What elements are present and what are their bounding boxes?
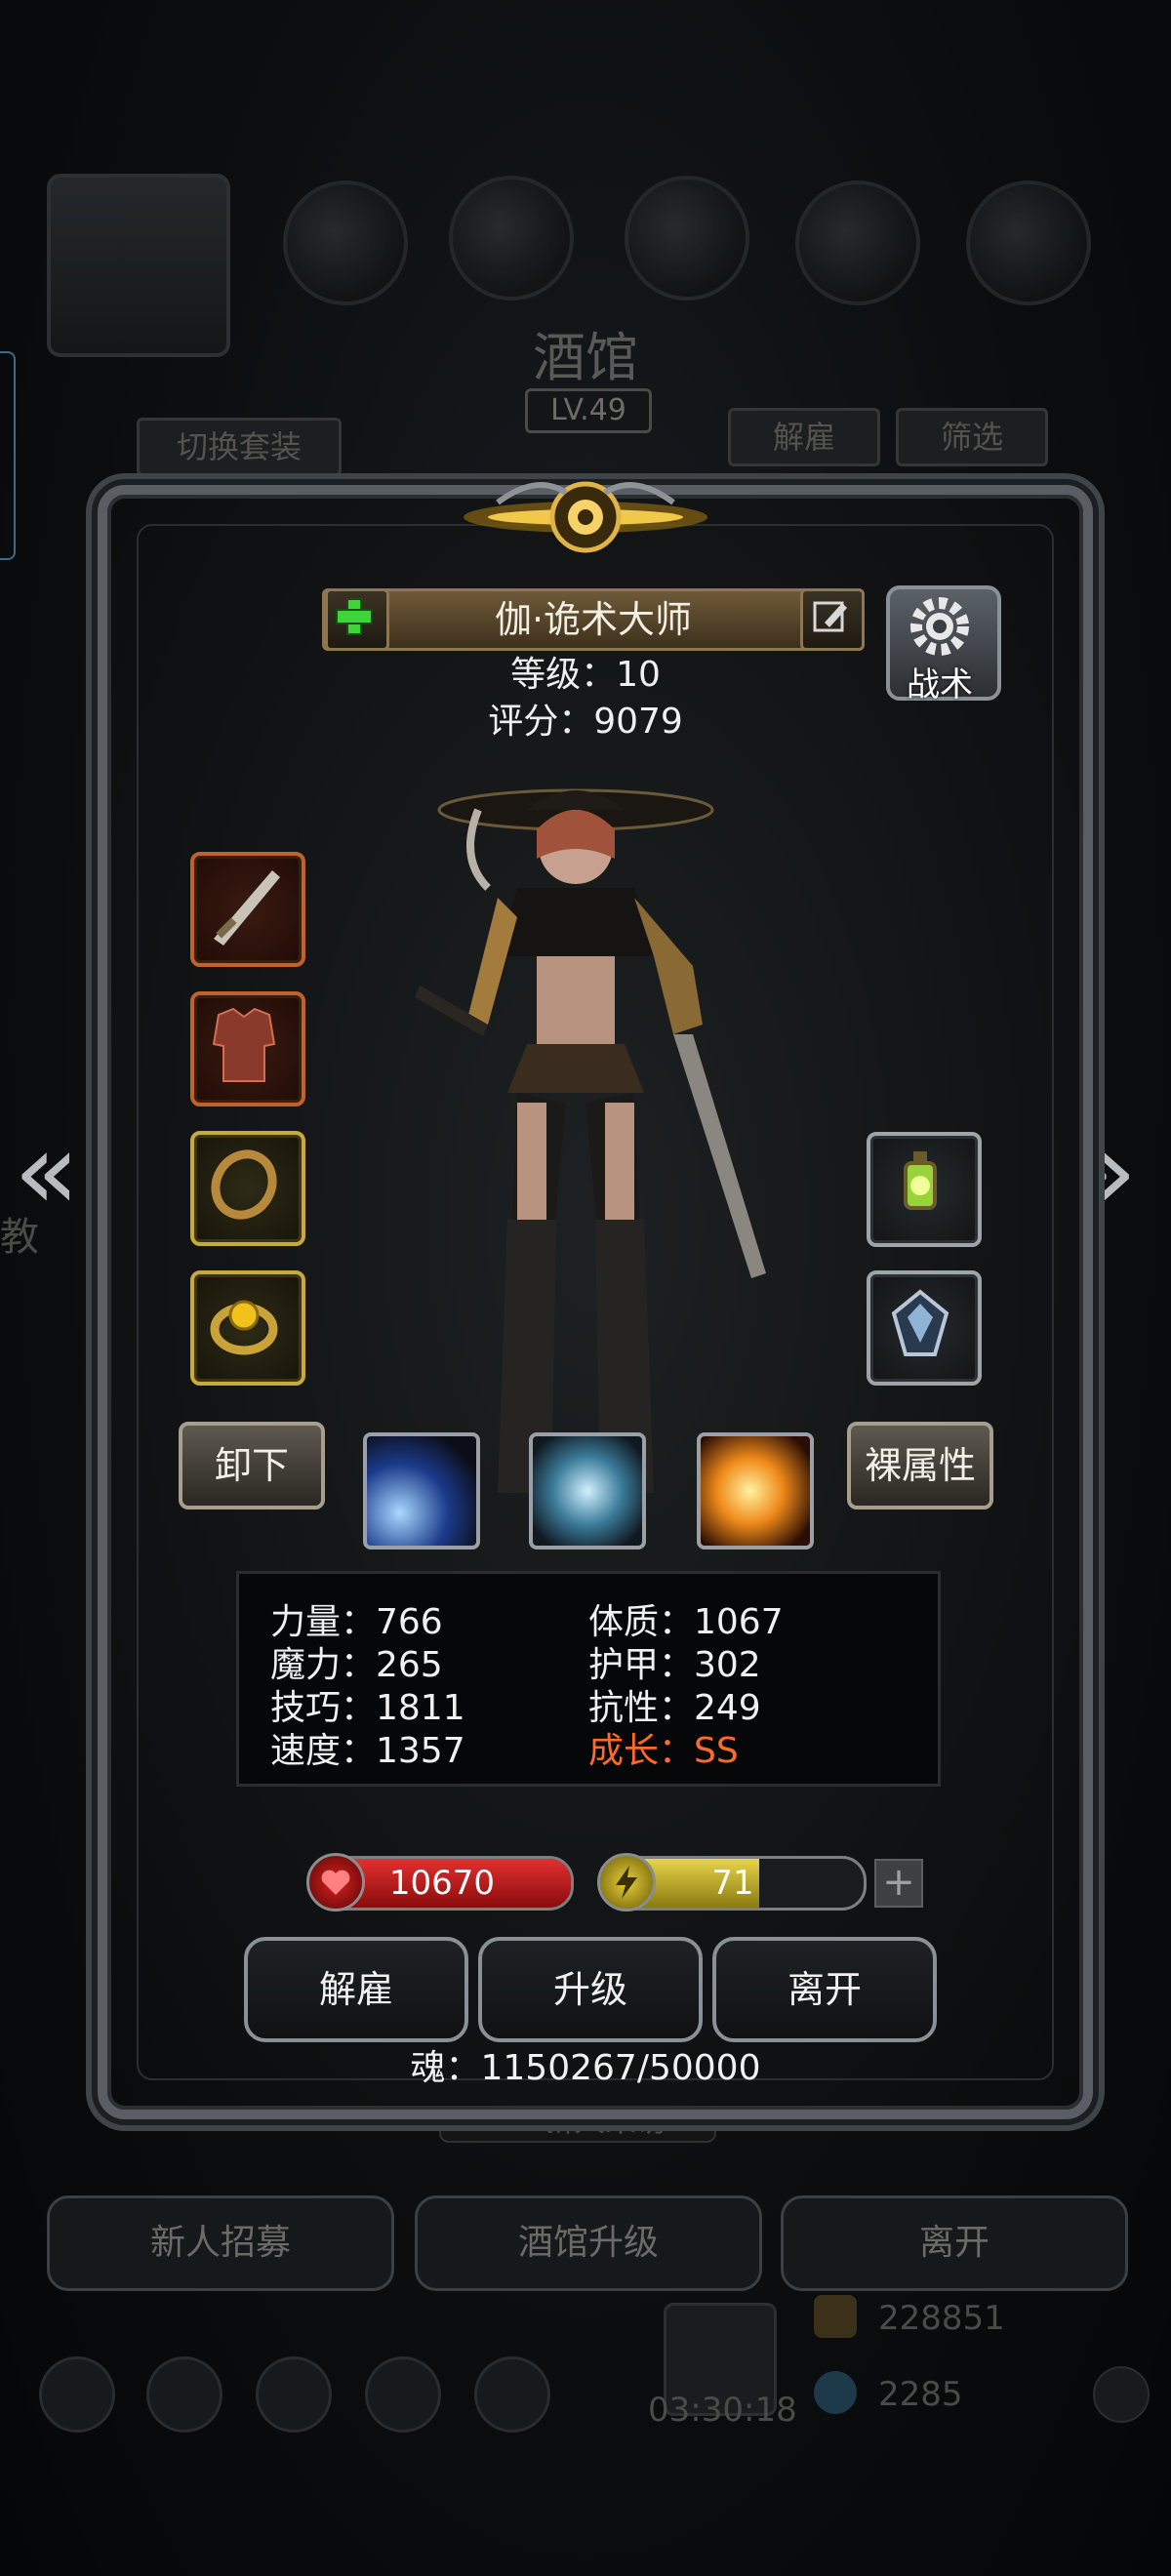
light-beam-skill-icon[interactable] [363,1432,480,1550]
gem-icon [814,2371,857,2414]
bg-dismiss-button[interactable]: 解雇 [728,408,880,466]
recruit-button[interactable]: 新人招募 [47,2195,394,2291]
unequip-button[interactable]: 卸下 [179,1422,325,1509]
rename-button[interactable] [800,588,865,651]
hero-level: 等级：10 [510,655,661,695]
ring-slot[interactable] [190,1131,305,1246]
fire-burst-skill-icon[interactable] [697,1432,814,1550]
weapon-slot[interactable] [190,852,305,967]
prev-hero-arrow-icon[interactable]: « [14,1117,79,1225]
stat-speed: 速度：1357 [270,1731,465,1771]
left-edge-tab[interactable] [0,351,16,560]
add-currency-icon[interactable] [1093,2366,1150,2423]
bg-leave-button[interactable]: 离开 [781,2195,1128,2291]
plus-icon [336,598,373,635]
ring-icon [211,1149,277,1220]
tactics-label: 战术 [907,665,973,704]
soul-counter: 魂：1150267/50000 [410,2048,761,2088]
dismiss-button[interactable]: 解雇 [244,1937,468,2042]
crest-icon [891,1289,949,1356]
heart-icon [306,1853,365,1912]
bottom-nav-4[interactable] [365,2356,441,2433]
gem-amount: 2285 [878,2375,963,2414]
nav-circle-5[interactable] [966,181,1091,305]
leave-button[interactable]: 离开 [712,1937,937,2042]
naked-attributes-button[interactable]: 裸属性 [847,1422,993,1509]
growth-value: SS [694,1731,739,1771]
lantern-slot[interactable] [867,1132,982,1247]
add-energy-button[interactable]: + [874,1859,923,1908]
dagger-icon [214,870,280,946]
bg-filter-button[interactable]: 筛选 [896,408,1048,466]
switch-outfit-button[interactable]: 切换套装 [137,418,342,476]
bottom-nav-5[interactable] [474,2356,550,2433]
add-hero-button[interactable] [325,588,389,651]
bottom-nav-3[interactable] [256,2356,332,2433]
edit-pencil-icon [813,601,847,632]
whirlwind-skill-icon[interactable] [529,1432,646,1550]
nav-circle-1[interactable] [283,181,408,305]
tavern-level: LV.49 [525,388,652,433]
nav-circle-4[interactable] [795,181,920,305]
gold-amount: 228851 [878,2299,1005,2338]
amulet-slot[interactable] [190,1270,305,1386]
armor-slot[interactable] [190,991,305,1107]
tavern-title: 酒馆 [533,327,638,388]
gift-timer: 03:30:18 [648,2391,797,2430]
emblem-slot[interactable] [867,1270,982,1386]
hero-name-bar: 伽·诡术大师 [322,588,865,651]
bottom-nav-2[interactable] [146,2356,222,2433]
gear-icon [910,597,969,656]
tavern-upgrade-button[interactable]: 酒馆升级 [415,2195,762,2291]
amulet-ring-icon [210,1300,278,1355]
nav-circle-2[interactable] [449,176,574,301]
armor-icon [212,1007,276,1082]
gold-icon [814,2295,857,2338]
nav-circle-3[interactable] [625,176,749,301]
hero-portrait-thumbnail[interactable] [47,174,230,357]
growth-label: 成长： [588,1731,695,1771]
stats-panel: 力量：766 魔力：265 技巧：1811 速度：1357 体质：1067 护甲… [236,1571,941,1787]
hero-score: 评分：9079 [488,702,683,742]
lantern-icon [904,1151,937,1210]
stat-growth: 成长：SS [588,1722,739,1773]
upgrade-button[interactable]: 升级 [478,1937,703,2042]
bottom-nav-1[interactable] [39,2356,115,2433]
crest-emblem-icon [464,481,707,553]
hero-name: 伽·诡术大师 [494,598,693,641]
lightning-icon [597,1853,656,1912]
